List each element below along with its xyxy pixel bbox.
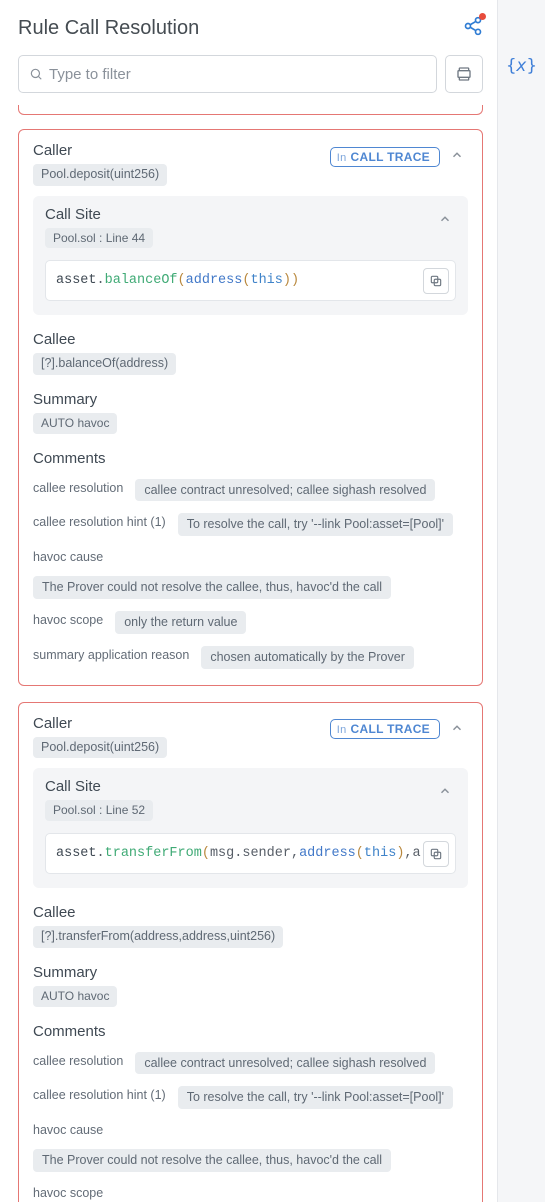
collapse-icon bbox=[456, 66, 472, 82]
filter-input-wrap[interactable] bbox=[18, 55, 437, 93]
comment-value: callee contract unresolved; callee sigha… bbox=[135, 1052, 435, 1075]
filter-row bbox=[18, 55, 483, 93]
side-panel: {x} bbox=[497, 0, 545, 1202]
caller-value: Pool.deposit(uint256) bbox=[33, 737, 167, 759]
comment-value: The Prover could not resolve the callee,… bbox=[33, 576, 391, 599]
header-row: Rule Call Resolution bbox=[18, 16, 483, 41]
comment-label: havoc cause bbox=[33, 548, 103, 564]
comment-label: havoc scope bbox=[33, 1184, 103, 1200]
caller-value: Pool.deposit(uint256) bbox=[33, 164, 167, 186]
callsite-file: Pool.sol : Line 52 bbox=[45, 800, 153, 821]
collapse-callsite-button[interactable] bbox=[434, 208, 456, 235]
comment-value: callee contract unresolved; callee sigha… bbox=[135, 479, 435, 502]
copy-code-button[interactable] bbox=[423, 268, 449, 294]
notification-dot-icon bbox=[479, 13, 486, 20]
comment-label: callee resolution bbox=[33, 479, 123, 495]
callsite-subcard: Call Site Pool.sol : Line 44 asset.balan… bbox=[33, 196, 468, 316]
callsite-label: Call Site bbox=[45, 778, 153, 795]
chevron-up-icon bbox=[450, 148, 464, 162]
collapse-callsite-button[interactable] bbox=[434, 780, 456, 807]
search-icon bbox=[29, 67, 43, 81]
code-snippet: asset.balanceOf(address(this)) bbox=[45, 260, 456, 301]
callsite-subcard: Call Site Pool.sol : Line 52 asset.trans… bbox=[33, 768, 468, 888]
comment-value: To resolve the call, try '--link Pool:as… bbox=[178, 1086, 453, 1109]
expand-collapse-button[interactable] bbox=[445, 55, 483, 93]
resolution-card: Caller Pool.deposit(uint256) InCALL TRAC… bbox=[18, 129, 483, 686]
summary-value: AUTO havoc bbox=[33, 413, 117, 434]
callee-value: [?].balanceOf(address) bbox=[33, 353, 176, 375]
copy-icon bbox=[429, 847, 443, 861]
callee-label: Callee bbox=[33, 331, 468, 348]
variables-tab[interactable]: {x} bbox=[506, 56, 537, 76]
callsite-file: Pool.sol : Line 44 bbox=[45, 228, 153, 249]
filter-input[interactable] bbox=[49, 66, 426, 83]
collapse-card-button[interactable] bbox=[446, 144, 468, 171]
caller-label: Caller bbox=[33, 715, 320, 732]
partial-card-edge bbox=[18, 105, 483, 115]
copy-code-button[interactable] bbox=[423, 841, 449, 867]
comment-label: havoc cause bbox=[33, 1121, 103, 1137]
comment-label: callee resolution hint (1) bbox=[33, 513, 166, 529]
summary-label: Summary bbox=[33, 391, 468, 408]
comment-value: To resolve the call, try '--link Pool:as… bbox=[178, 513, 453, 536]
chevron-up-icon bbox=[438, 212, 452, 226]
calltrace-badge[interactable]: InCALL TRACE bbox=[330, 719, 440, 739]
resolution-card: Caller Pool.deposit(uint256) InCALL TRAC… bbox=[18, 702, 483, 1202]
main-panel: Rule Call Resolution Caller Pool.deposit… bbox=[0, 0, 497, 1202]
share-button[interactable] bbox=[463, 16, 483, 41]
comment-label: summary application reason bbox=[33, 646, 189, 662]
chevron-up-icon bbox=[438, 784, 452, 798]
comments-label: Comments bbox=[33, 1023, 468, 1040]
comment-value: The Prover could not resolve the callee,… bbox=[33, 1149, 391, 1172]
comment-label: callee resolution bbox=[33, 1052, 123, 1068]
copy-icon bbox=[429, 274, 443, 288]
caller-label: Caller bbox=[33, 142, 320, 159]
collapse-card-button[interactable] bbox=[446, 717, 468, 744]
page-title: Rule Call Resolution bbox=[18, 17, 199, 40]
comment-label: havoc scope bbox=[33, 611, 103, 627]
chevron-up-icon bbox=[450, 721, 464, 735]
comment-value: chosen automatically by the Prover bbox=[201, 646, 414, 669]
summary-label: Summary bbox=[33, 964, 468, 981]
callee-label: Callee bbox=[33, 904, 468, 921]
content-scroll[interactable]: Caller Pool.deposit(uint256) InCALL TRAC… bbox=[18, 105, 483, 1202]
comments-label: Comments bbox=[33, 450, 468, 467]
comment-value: only the return value bbox=[115, 611, 246, 634]
code-snippet: asset.transferFrom(msg.sender,address(th… bbox=[45, 833, 456, 874]
callee-value: [?].transferFrom(address,address,uint256… bbox=[33, 926, 283, 948]
summary-value: AUTO havoc bbox=[33, 986, 117, 1007]
calltrace-badge[interactable]: InCALL TRACE bbox=[330, 147, 440, 167]
comment-label: callee resolution hint (1) bbox=[33, 1086, 166, 1102]
callsite-label: Call Site bbox=[45, 206, 153, 223]
